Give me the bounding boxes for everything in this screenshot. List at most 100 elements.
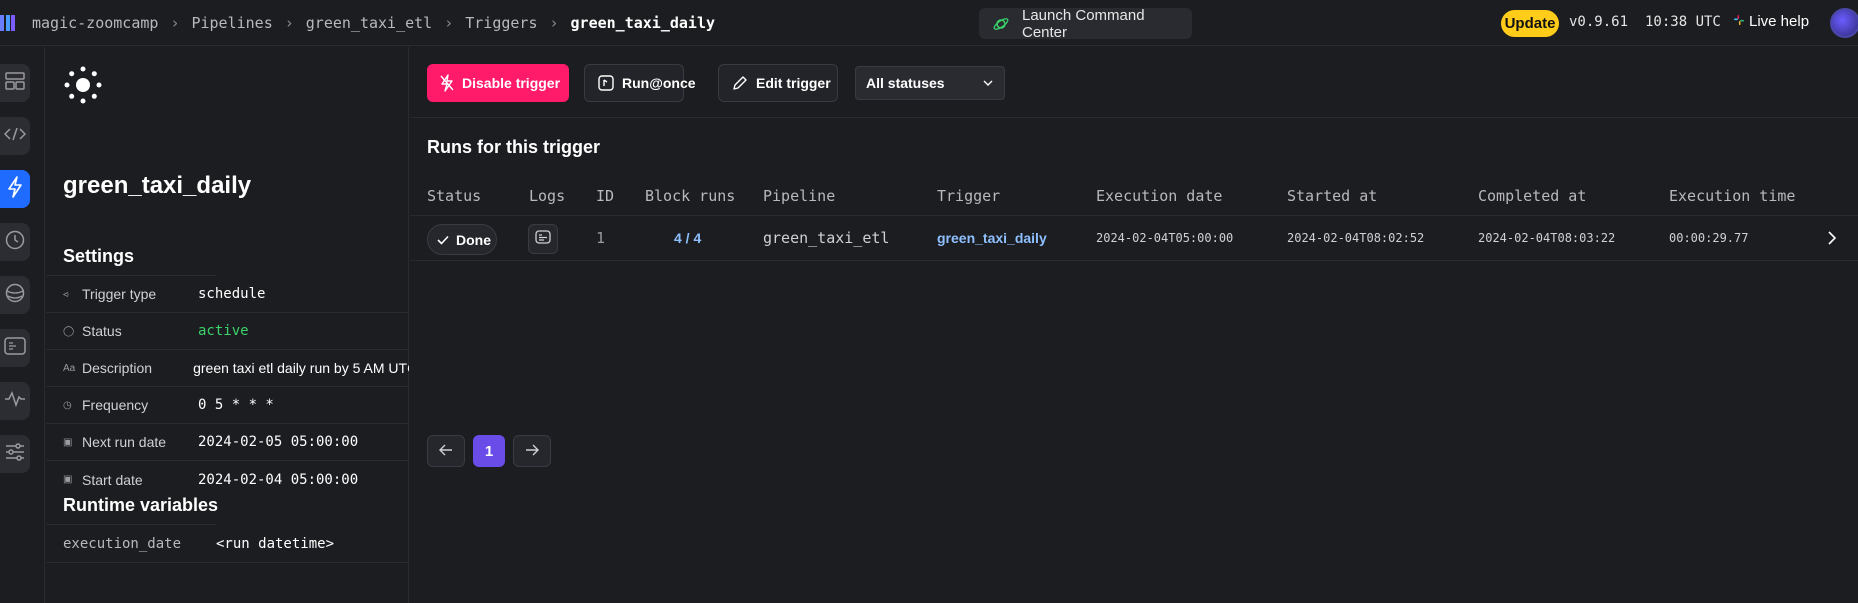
mage-logo-icon[interactable] (0, 12, 18, 34)
command-center-label: Launch Command Center (1022, 6, 1145, 41)
server-icon (4, 336, 26, 360)
globe-icon (5, 283, 25, 308)
status-filter-select[interactable]: All statuses (855, 66, 1005, 100)
setting-value: 0 5 * * * (198, 397, 274, 413)
run-once-icon (598, 75, 614, 91)
execution-date: 2024-02-04T05:00:00 (1096, 231, 1234, 245)
status-value: active (198, 323, 249, 339)
clock-icon: ◷ (63, 399, 72, 411)
lightning-off-icon (440, 74, 454, 92)
setting-key: Description (82, 360, 153, 376)
run-id: 1 (596, 229, 606, 247)
logs-icon (535, 229, 551, 249)
planet-icon (992, 15, 1010, 33)
setting-row-status: ◯ Status active (46, 313, 409, 350)
breadcrumb-pipeline[interactable]: green_taxi_etl (306, 14, 432, 32)
runtime-variable-key: execution_date (63, 535, 182, 552)
calendar-icon: ▣ (63, 436, 73, 448)
setting-row-next-run: ▣ Next run date 2024-02-05 05:00:00 (46, 424, 409, 461)
pencil-icon (732, 75, 748, 91)
setting-key: Trigger type (82, 286, 157, 302)
column-header[interactable]: ID (596, 187, 614, 205)
pipeline-name: green_taxi_etl (763, 229, 890, 247)
nav-settings-button[interactable] (0, 435, 30, 473)
chevron-down-icon (982, 75, 994, 94)
breadcrumb: magic-zoomcamp › Pipelines › green_taxi_… (32, 14, 715, 32)
check-icon (436, 233, 450, 247)
live-help-link[interactable]: Live help (1733, 13, 1809, 30)
column-header[interactable]: Logs (529, 187, 565, 205)
nav-overview-button[interactable] (0, 64, 30, 102)
nav-backfills-button[interactable] (0, 276, 30, 314)
nav-metrics-button[interactable] (0, 382, 30, 420)
setting-value: green taxi etl daily run by 5 AM UTC (193, 360, 409, 376)
column-header[interactable]: Completed at (1478, 187, 1586, 205)
column-header[interactable]: Execution date (1096, 187, 1222, 205)
breadcrumb-separator-icon: › (549, 13, 559, 32)
chevron-right-icon[interactable] (1826, 229, 1838, 252)
column-header[interactable]: Pipeline (763, 187, 835, 205)
column-header[interactable]: Started at (1287, 187, 1377, 205)
column-header[interactable]: Trigger (937, 187, 1000, 205)
text-aa-icon: Aa (63, 362, 76, 374)
column-header[interactable]: Status (427, 187, 481, 205)
setting-key: Status (82, 323, 122, 339)
next-page-button[interactable] (513, 435, 551, 467)
status-toggle-icon: ◯ (63, 325, 75, 337)
disable-trigger-button[interactable]: Disable trigger (427, 64, 569, 102)
status-badge[interactable]: Done (427, 224, 497, 255)
activity-icon (4, 390, 26, 412)
breadcrumb-project[interactable]: magic-zoomcamp (32, 14, 158, 32)
column-header[interactable]: Execution time (1669, 187, 1795, 205)
edit-trigger-label: Edit trigger (756, 75, 831, 91)
version-label: v0.9.61 (1569, 14, 1629, 30)
trigger-toolbar: Disable trigger Run@once Edit trigger Al… (410, 47, 1858, 118)
status-filter-value: All statuses (866, 75, 945, 91)
nav-code-button[interactable] (0, 117, 30, 155)
setting-value: schedule (198, 286, 266, 302)
runs-table-header: Status Logs ID Block runs Pipeline Trigg… (410, 176, 1858, 216)
previous-page-button[interactable] (427, 435, 465, 467)
runtime-variable-value: <run datetime> (216, 535, 335, 552)
status-label: Done (456, 231, 491, 248)
trigger-name-title: green_taxi_daily (63, 172, 252, 199)
breadcrumb-separator-icon: › (444, 13, 454, 32)
clock-icon (5, 230, 25, 255)
setting-key: Next run date (82, 434, 167, 450)
runtime-variable-row: execution_date <run datetime> (46, 525, 409, 563)
slack-icon (1733, 14, 1745, 29)
launch-command-center-button[interactable]: Launch Command Center (979, 6, 1192, 41)
block-runs-link[interactable]: 4 / 4 (674, 230, 701, 246)
user-avatar[interactable] (1830, 8, 1858, 38)
completed-at: 2024-02-04T08:03:22 (1478, 231, 1616, 245)
edit-trigger-button[interactable]: Edit trigger (718, 64, 838, 102)
live-help-label: Live help (1749, 13, 1810, 30)
nav-monitor-button[interactable] (0, 329, 30, 367)
trigger-detail-panel: green_taxi_daily Settings ⪦ Trigger type … (46, 47, 409, 603)
nav-rail (0, 47, 45, 603)
page-button-current[interactable]: 1 (473, 435, 505, 467)
breadcrumb-pipelines[interactable]: Pipelines (191, 14, 272, 32)
breadcrumb-triggers[interactable]: Triggers (465, 14, 537, 32)
top-header: magic-zoomcamp › Pipelines › green_taxi_… (0, 0, 1858, 46)
lightning-icon (7, 175, 23, 203)
update-button[interactable]: Update (1501, 10, 1559, 37)
logs-button[interactable] (528, 224, 558, 254)
nav-triggers-button[interactable] (0, 170, 30, 208)
runs-section-title: Runs for this trigger (427, 137, 601, 157)
table-row[interactable]: Done 1 4 / 4 green_taxi_etl green_taxi_d… (410, 216, 1858, 261)
column-header[interactable]: Block runs (645, 187, 735, 205)
disable-trigger-label: Disable trigger (462, 75, 561, 91)
nav-runs-button[interactable] (0, 223, 30, 261)
time-label: 10:38 UTC (1645, 14, 1721, 30)
layout-icon (5, 71, 25, 95)
started-at: 2024-02-04T08:02:52 (1287, 231, 1425, 245)
trigger-link[interactable]: green_taxi_daily (937, 230, 1047, 246)
breadcrumb-current: green_taxi_daily (570, 13, 716, 32)
run-once-button[interactable]: Run@once (584, 64, 696, 102)
breadcrumb-separator-icon: › (284, 13, 294, 32)
setting-row-description: Aa Description green taxi etl daily run b… (46, 350, 409, 387)
setting-value: 2024-02-04 05:00:00 (198, 471, 359, 488)
arrow-left-icon (439, 443, 453, 460)
setting-value: 2024-02-05 05:00:00 (198, 434, 359, 450)
